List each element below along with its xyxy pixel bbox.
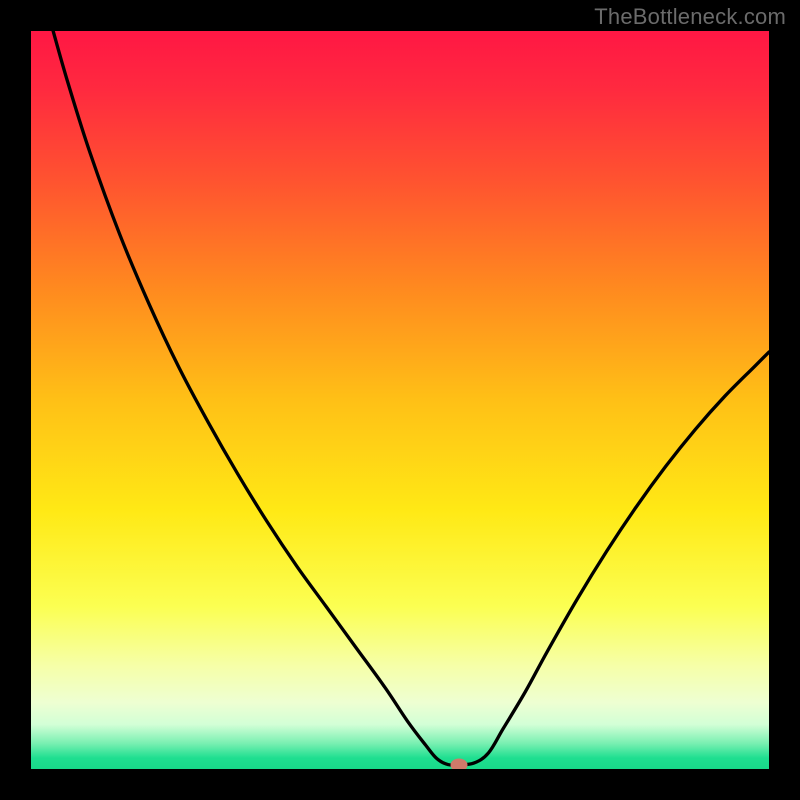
bottleneck-curve — [31, 31, 769, 769]
chart-frame: TheBottleneck.com — [0, 0, 800, 800]
watermark-text: TheBottleneck.com — [594, 4, 786, 30]
plot-area — [31, 31, 769, 769]
optimum-marker — [451, 758, 468, 769]
